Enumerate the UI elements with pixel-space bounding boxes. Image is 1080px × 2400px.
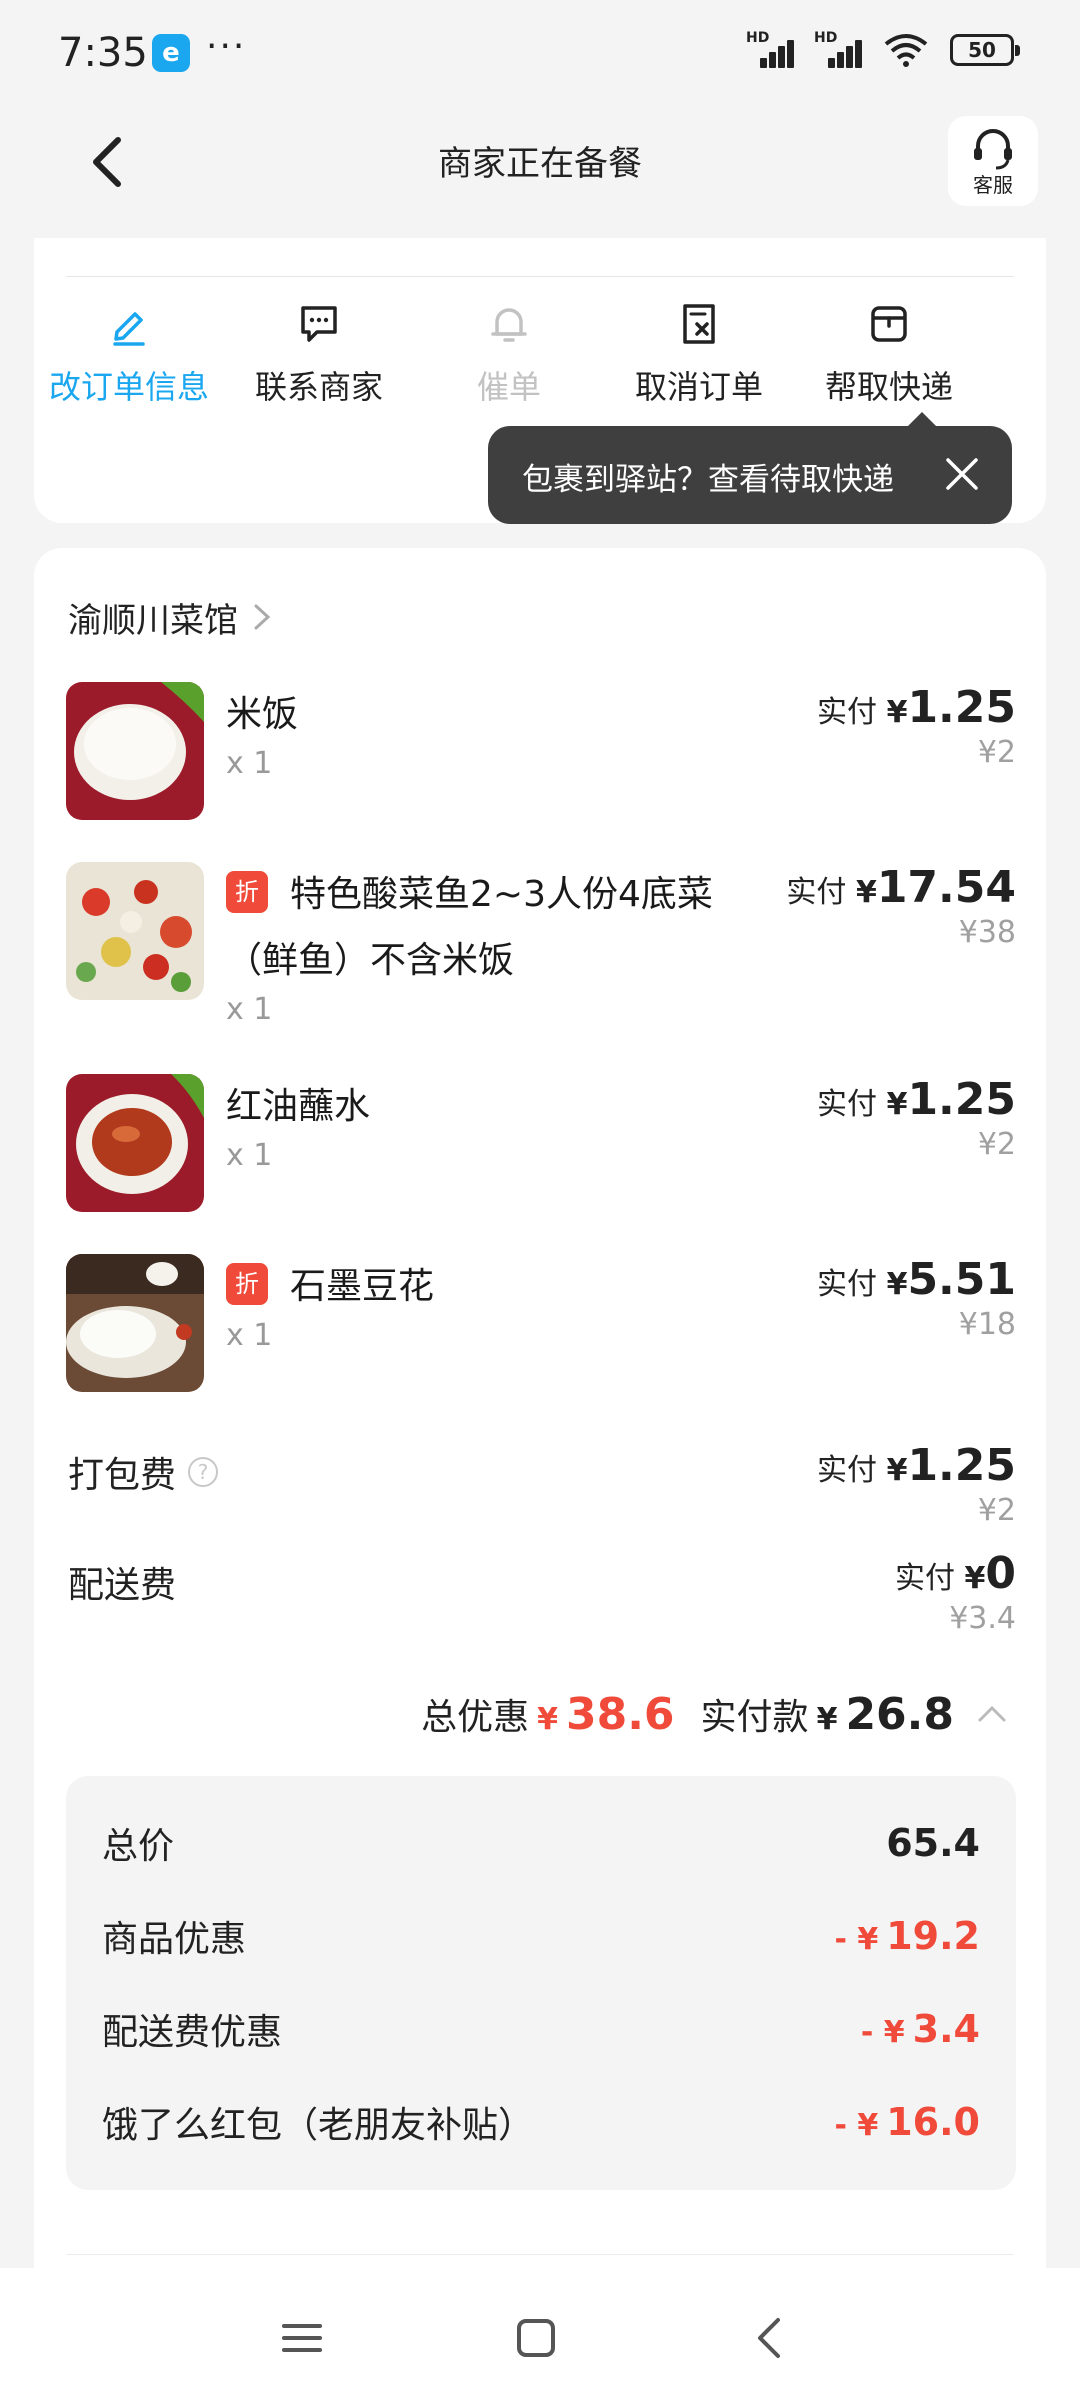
item-name: 折石墨豆花	[226, 1254, 434, 1320]
delivery-fee-price: 实付 ¥0 ¥3.4	[894, 1548, 1016, 1636]
menu-icon[interactable]	[272, 2308, 332, 2368]
action-label: 取消订单	[634, 368, 763, 406]
chevron-up-icon[interactable]	[974, 1696, 1010, 1732]
headset-icon	[974, 129, 1012, 170]
breakdown-row: 总价 65.4	[102, 1821, 980, 1867]
paid-amount-label: 实付款	[700, 1697, 809, 1738]
list-item[interactable]: 折石墨豆花 x 1 实付 ¥5.51 ¥18	[66, 1254, 1016, 1404]
wifi-icon	[884, 34, 928, 67]
contact-merchant-button[interactable]: 联系商家	[224, 300, 414, 408]
customer-service-button[interactable]: 客服	[948, 116, 1038, 206]
price-summary[interactable]: 总优惠 ¥38.6 实付款 ¥26.8	[421, 1688, 1010, 1740]
item-price: 实付 ¥1.25 ¥2	[817, 682, 1016, 770]
paid-amount-value: 26.8	[845, 1689, 954, 1740]
urge-order-button[interactable]: 催单	[414, 300, 604, 408]
customer-service-label: 客服	[973, 173, 1013, 197]
item-qty: x 1	[226, 746, 273, 781]
item-name: 折特色酸菜鱼2~3人份4底菜 （鲜鱼）不含米饭	[226, 862, 746, 994]
food-image-rice	[66, 682, 204, 820]
top-header: 商家正在备餐 客服	[0, 108, 1080, 220]
item-qty: x 1	[226, 1138, 273, 1173]
parcel-tooltip[interactable]: 包裹到驿站？查看待取快递	[488, 412, 1012, 524]
chevron-right-icon	[254, 604, 271, 630]
total-discount-label: 总优惠	[421, 1697, 530, 1738]
packing-fee-price: 实付 ¥1.25 ¥2	[817, 1440, 1016, 1528]
pickup-parcel-button[interactable]: 帮取快递	[794, 300, 984, 408]
breakdown-row: 饿了么红包（老朋友补贴） - ¥16.0	[102, 2100, 980, 2146]
divider	[66, 2254, 1014, 2255]
order-detail-card: 渝顺川菜馆 米饭 x 1 实付 ¥1.25 ¥2 折 特色酸菜鱼2~3人份4底菜…	[34, 548, 1046, 2308]
status-more-icon: ···	[206, 26, 247, 67]
list-item[interactable]: 红油蘸水 x 1 实付 ¥1.25 ¥2	[66, 1074, 1016, 1224]
total-discount-value: 38.6	[565, 1689, 675, 1740]
tooltip-text[interactable]: 包裹到驿站？查看待取快递	[522, 454, 894, 499]
item-price: 实付 ¥5.51 ¥18	[817, 1254, 1016, 1342]
status-bar: 7:35 e ··· HD HD 50	[0, 0, 1080, 108]
action-label: 催单	[476, 368, 541, 406]
chat-icon	[301, 306, 337, 342]
signal-icon-2: HD	[814, 30, 862, 68]
food-image-fish	[66, 862, 204, 1000]
cancel-doc-icon	[683, 304, 715, 344]
item-name: 红油蘸水	[226, 1086, 371, 1127]
edit-icon	[113, 312, 145, 346]
list-item[interactable]: 折特色酸菜鱼2~3人份4底菜 （鲜鱼）不含米饭 x 1 实付 ¥17.54 ¥3…	[66, 862, 1016, 1042]
packing-fee-label: 打包费 ?	[68, 1446, 219, 1498]
edit-order-info-button[interactable]: 改订单信息	[34, 300, 224, 408]
page-title: 商家正在备餐	[438, 144, 642, 184]
discount-badge: 折	[226, 871, 268, 913]
divider	[66, 276, 1014, 277]
food-image-tofu	[66, 1254, 204, 1392]
system-nav-bar	[0, 2268, 1080, 2400]
item-price: 实付 ¥17.54 ¥38	[786, 862, 1016, 950]
home-square-icon[interactable]	[506, 2308, 566, 2368]
eleme-app-icon: e	[152, 34, 190, 72]
signal-icon: HD	[746, 30, 794, 68]
help-icon[interactable]: ?	[188, 1457, 219, 1487]
action-label: 联系商家	[254, 368, 383, 406]
action-label: 改订单信息	[48, 368, 209, 406]
item-qty: x 1	[226, 992, 273, 1027]
bell-icon	[491, 308, 527, 342]
shop-name: 渝顺川菜馆	[68, 600, 238, 641]
battery-icon: 50	[950, 34, 1020, 66]
item-price: 实付 ¥1.25 ¥2	[817, 1074, 1016, 1162]
food-image-dip	[66, 1074, 204, 1212]
action-label: 帮取快递	[824, 368, 953, 406]
status-indicators: HD HD 50	[746, 30, 1020, 68]
cancel-order-button[interactable]: 取消订单	[604, 300, 794, 408]
actions-row: 改订单信息 联系商家 催单 取消订单 帮取快递	[34, 300, 1046, 420]
close-icon[interactable]	[942, 454, 982, 494]
shop-row[interactable]: 渝顺川菜馆	[68, 592, 274, 642]
back-nav-icon[interactable]	[740, 2308, 800, 2368]
discount-badge: 折	[226, 1263, 268, 1305]
parcel-icon	[871, 306, 907, 342]
item-name: 米饭	[226, 694, 299, 735]
status-time: 7:35	[58, 30, 148, 76]
item-qty: x 1	[226, 1318, 273, 1353]
delivery-fee-label: 配送费	[68, 1565, 177, 1606]
price-breakdown: 总价 65.4 商品优惠 - ¥19.2 配送费优惠 - ¥3.4 饿了么红包（…	[66, 1776, 1016, 2190]
breakdown-row: 配送费优惠 - ¥3.4	[102, 2007, 980, 2053]
list-item[interactable]: 米饭 x 1 实付 ¥1.25 ¥2	[66, 682, 1016, 832]
breakdown-row: 商品优惠 - ¥19.2	[102, 1914, 980, 1960]
